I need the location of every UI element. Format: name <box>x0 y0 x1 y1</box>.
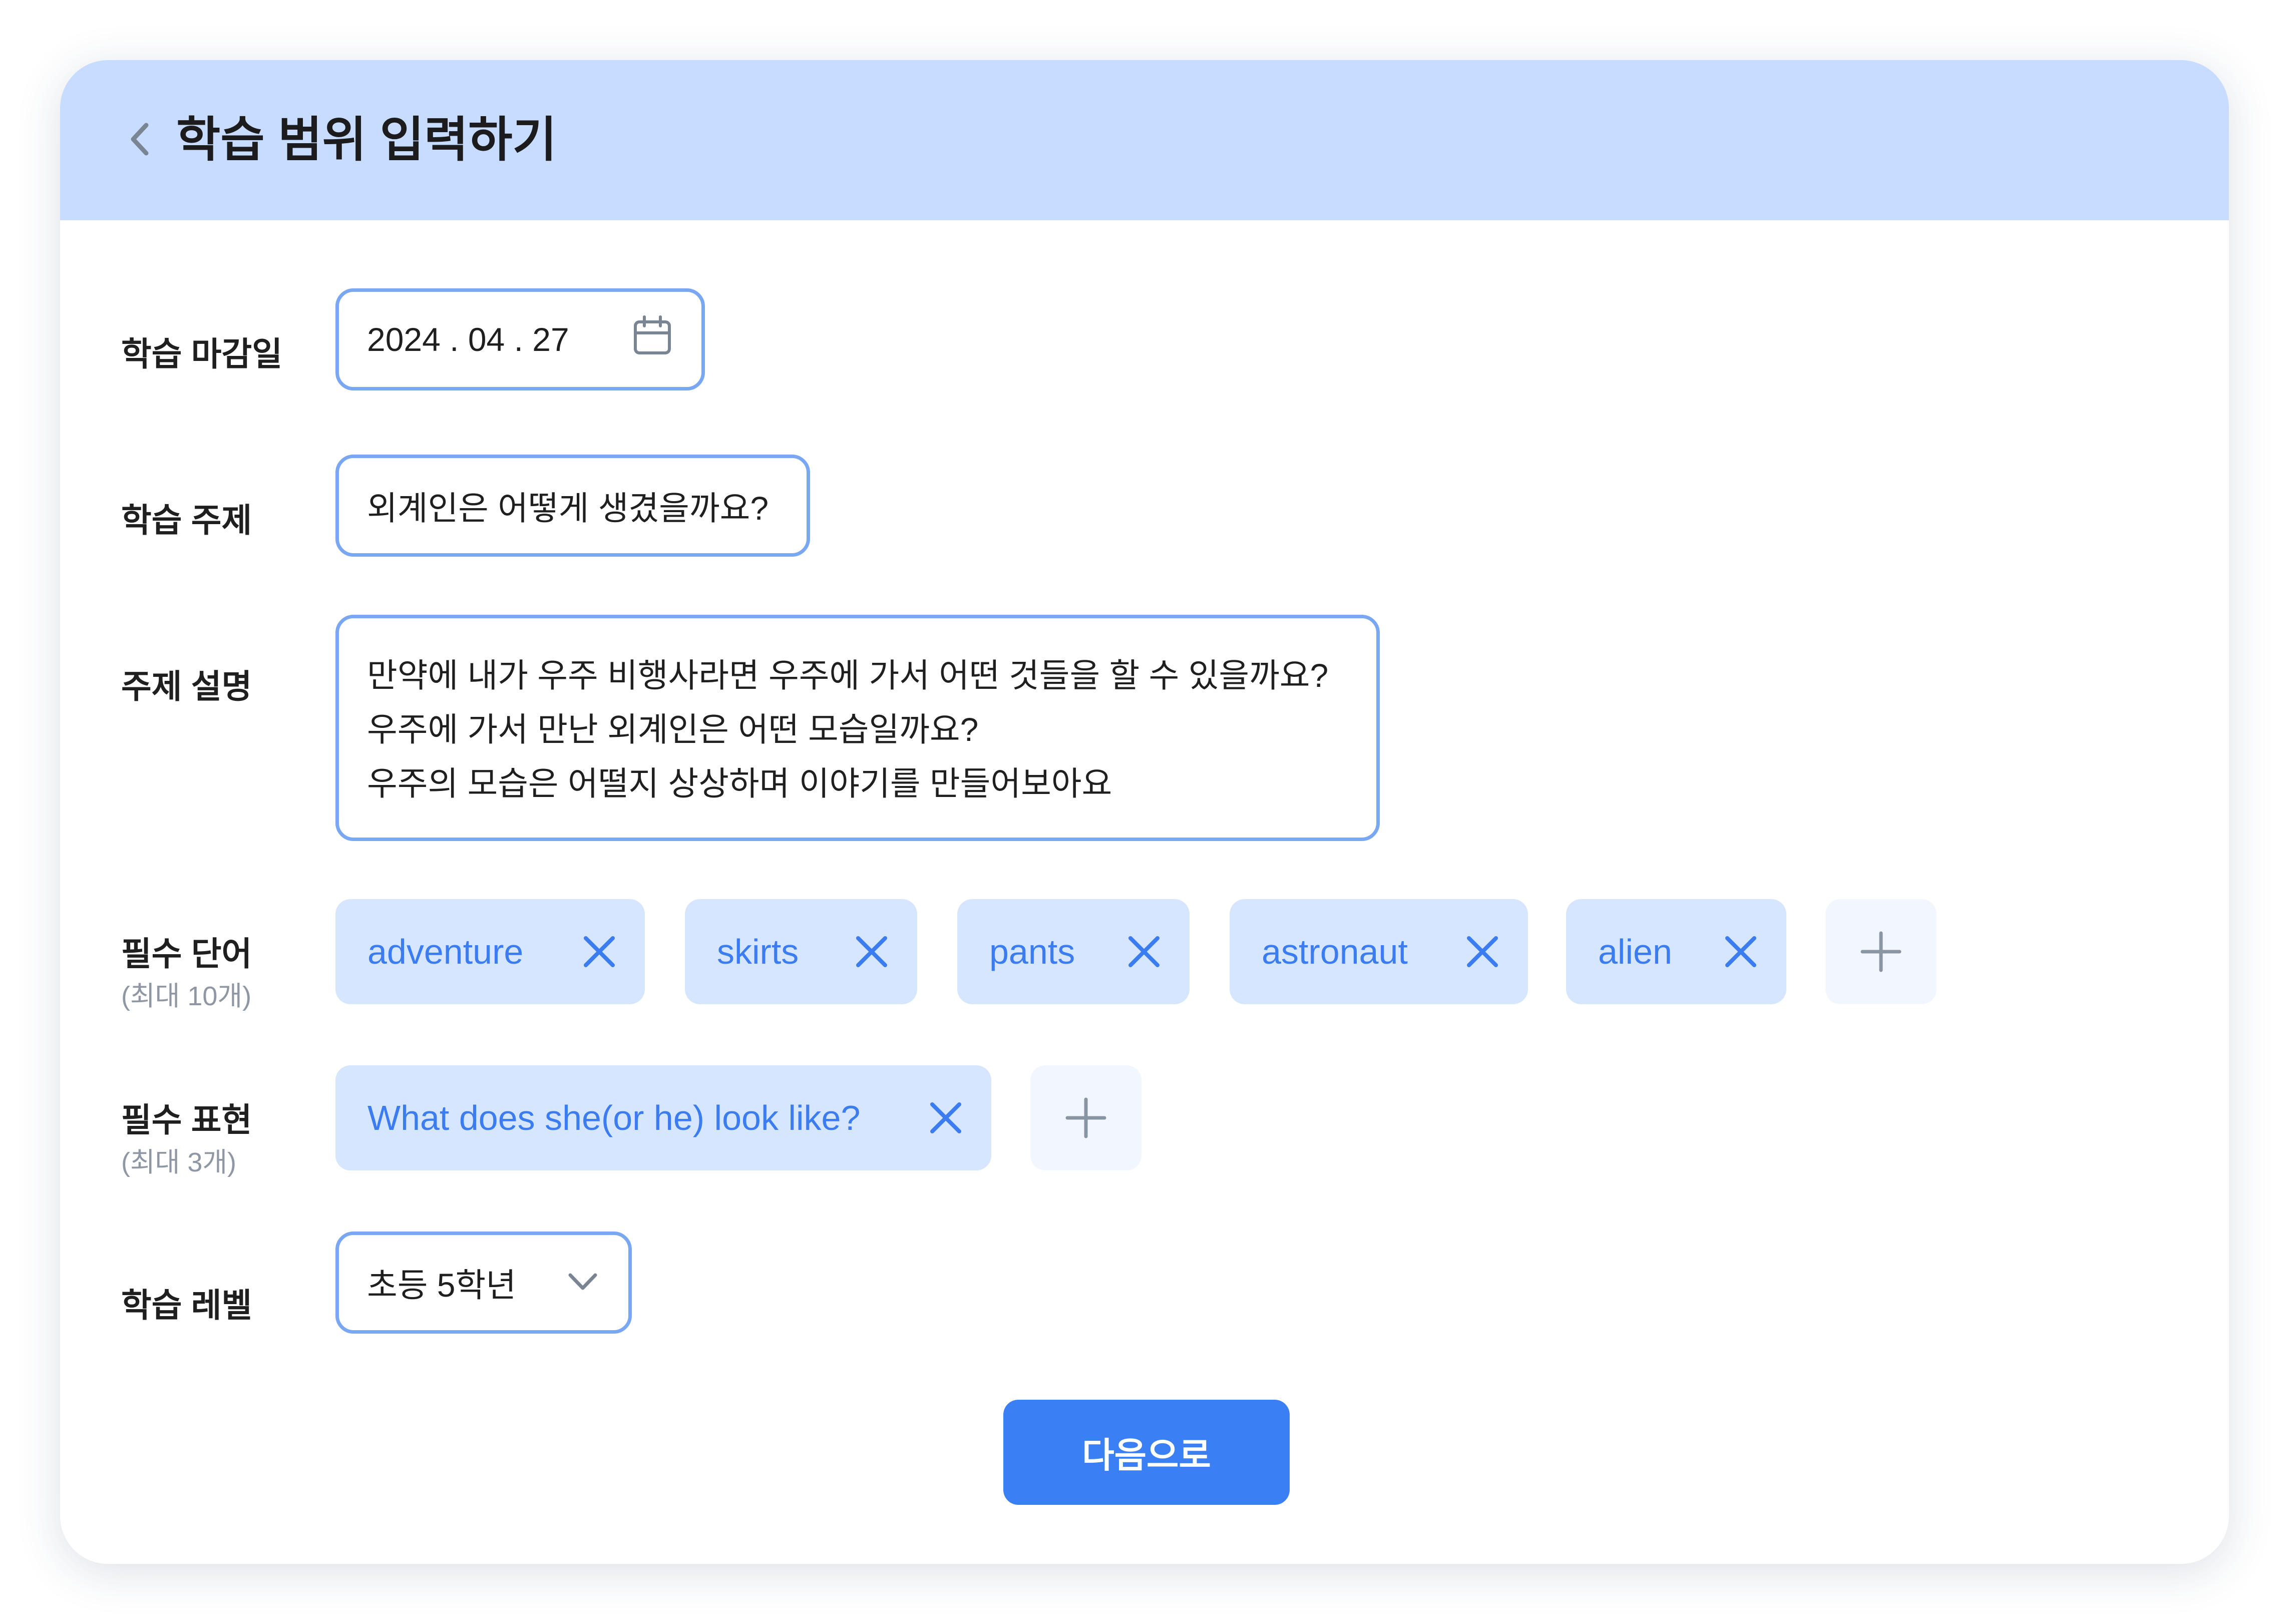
page-title: 학습 범위 입력하기 <box>176 113 557 167</box>
required-expressions-limit: (최대 3개) <box>121 1147 237 1177</box>
close-icon <box>1128 936 1160 967</box>
topic-input[interactable]: 외계인은 어떻게 생겼을까요? <box>335 455 810 557</box>
remove-word-button[interactable] <box>854 934 889 969</box>
required-expressions-label: 필수 표현 <box>121 1101 252 1138</box>
remove-word-button[interactable] <box>1465 934 1500 969</box>
remove-word-button[interactable] <box>1126 934 1162 969</box>
expression-chip[interactable]: What does she(or he) look like? <box>335 1065 991 1170</box>
word-chip[interactable]: astronaut <box>1230 899 1528 1004</box>
plus-icon <box>1065 1097 1106 1138</box>
word-chip-label: alien <box>1598 932 1672 971</box>
level-select[interactable]: 초등 5학년 <box>335 1232 632 1334</box>
description-line: 우주의 모습은 어떨지 상상하며 이야기를 만들어보아요 <box>367 765 1112 802</box>
level-label: 학습 레벨 <box>121 1287 252 1324</box>
remove-word-button[interactable] <box>1723 934 1758 969</box>
close-icon <box>1725 936 1756 967</box>
remove-expression-button[interactable] <box>928 1100 963 1135</box>
remove-word-button[interactable] <box>582 934 617 969</box>
calendar-icon[interactable] <box>631 315 673 364</box>
deadline-value: 2024 . 04 . 27 <box>367 321 569 358</box>
level-value: 초등 5학년 <box>367 1267 516 1304</box>
word-chip-label: adventure <box>367 932 524 971</box>
description-line: 우주에 가서 만난 외계인은 어떤 모습일까요? <box>367 711 979 748</box>
deadline-date-input[interactable]: 2024 . 04 . 27 <box>335 288 705 390</box>
description-textarea[interactable]: 만약에 내가 우주 비행사라면 우주에 가서 어떤 것들을 할 수 있을까요? … <box>335 615 1380 841</box>
word-chip-label: pants <box>989 932 1075 971</box>
form-card: 학습 범위 입력하기 학습 마감일 2024 . 04 . 27 학습 주제 외… <box>60 60 2229 1564</box>
next-button[interactable]: 다음으로 <box>1003 1400 1290 1505</box>
close-icon <box>1467 936 1498 967</box>
topic-value: 외계인은 어떻게 생겼을까요? <box>367 490 769 527</box>
chevron-left-icon <box>125 119 155 162</box>
word-chip[interactable]: skirts <box>685 899 917 1004</box>
close-icon <box>584 936 615 967</box>
header-bar: 학습 범위 입력하기 <box>60 60 2229 220</box>
close-icon <box>856 936 887 967</box>
expression-chip-label: What does she(or he) look like? <box>367 1098 861 1137</box>
word-chip-label: astronaut <box>1262 932 1408 971</box>
word-chip[interactable]: alien <box>1566 899 1786 1004</box>
chevron-down-icon <box>565 1264 600 1302</box>
close-icon <box>930 1102 961 1133</box>
word-chip[interactable]: pants <box>957 899 1190 1004</box>
add-word-button[interactable] <box>1825 899 1937 1004</box>
description-line: 만약에 내가 우주 비행사라면 우주에 가서 어떤 것들을 할 수 있을까요? <box>367 657 1329 694</box>
description-label: 주제 설명 <box>121 668 252 705</box>
deadline-label: 학습 마감일 <box>121 335 282 372</box>
required-words-limit: (최대 10개) <box>121 981 252 1011</box>
add-expression-button[interactable] <box>1030 1065 1141 1170</box>
plus-icon <box>1860 931 1901 972</box>
word-chip[interactable]: adventure <box>335 899 645 1004</box>
topic-label: 학습 주제 <box>121 502 252 539</box>
word-chip-label: skirts <box>717 932 799 971</box>
back-button[interactable] <box>115 115 165 165</box>
required-words-label: 필수 단어 <box>121 935 252 972</box>
